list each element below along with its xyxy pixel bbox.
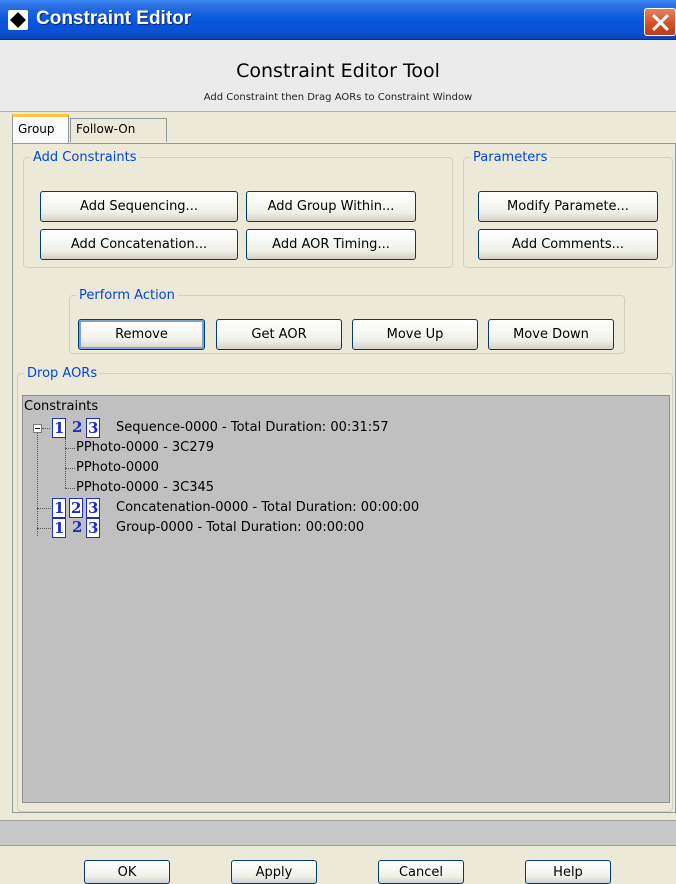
- tree-node-group[interactable]: 1 2 3 Group-0000 - Total Duration: 00:00…: [52, 518, 364, 538]
- add-comments-button[interactable]: Add Comments...: [478, 229, 658, 260]
- tree-connector: [65, 448, 75, 449]
- tree-connector: [37, 426, 38, 536]
- window-title: Constraint Editor: [36, 8, 192, 29]
- apply-button[interactable]: Apply: [231, 860, 317, 884]
- tree-node-sequence[interactable]: 1 2 3 Sequence-0000 - Total Duration: 00…: [52, 418, 389, 438]
- help-button[interactable]: Help: [525, 860, 611, 884]
- tab-follow-on[interactable]: Follow-On: [70, 118, 167, 142]
- tree-leaf-pphoto[interactable]: PPhoto-0000 - 3C279: [76, 438, 214, 458]
- tree-leaf-pphoto[interactable]: PPhoto-0000: [76, 458, 159, 478]
- constraints-tree[interactable]: Constraints 1 2 3 Sequence-0000 - Total …: [22, 395, 670, 803]
- title-bar[interactable]: Constraint Editor: [0, 0, 676, 40]
- app-diamond-icon: [8, 10, 28, 30]
- constraint-editor-window: Constraint Editor Constraint Editor Tool…: [0, 0, 676, 884]
- tree-node-concatenation[interactable]: 1 2 3 Concatenation-0000 - Total Duratio…: [52, 498, 419, 518]
- close-icon[interactable]: [644, 8, 676, 36]
- group-constraint-icon: 1 2 3: [52, 518, 101, 538]
- tool-subtitle: Add Constraint then Drag AORs to Constra…: [203, 92, 473, 103]
- tree-connector: [37, 528, 51, 529]
- tree-connector: [65, 488, 75, 489]
- tree-root-label: Constraints: [24, 399, 99, 414]
- cancel-button[interactable]: Cancel: [378, 860, 464, 884]
- tree-connector: [42, 428, 50, 429]
- add-aor-timing-button[interactable]: Add AOR Timing...: [246, 229, 416, 260]
- sequence-constraint-icon: 1 2 3: [52, 418, 101, 438]
- parameters-legend: Parameters: [473, 150, 548, 165]
- add-constraints-group: Add Constraints Add Sequencing... Add Gr…: [23, 150, 453, 268]
- remove-button[interactable]: Remove: [78, 319, 205, 350]
- ok-button[interactable]: OK: [84, 860, 170, 884]
- move-down-button[interactable]: Move Down: [488, 319, 614, 350]
- drop-aors-legend: Drop AORs: [27, 366, 98, 381]
- perform-action-group: Perform Action Remove Get AOR Move Up Mo…: [69, 288, 625, 354]
- concatenation-label: Concatenation-0000 - Total Duration: 00:…: [116, 500, 420, 515]
- group-label: Group-0000 - Total Duration: 00:00:00: [116, 520, 365, 535]
- tool-header: Constraint Editor Tool Add Constraint th…: [0, 40, 676, 112]
- modify-parameters-button[interactable]: Modify Paramete...: [478, 191, 658, 222]
- tree-connector: [65, 438, 66, 488]
- collapse-icon[interactable]: [33, 424, 42, 433]
- concatenation-constraint-icon: 1 2 3: [52, 498, 101, 518]
- sequence-label: Sequence-0000 - Total Duration: 00:31:57: [116, 420, 389, 435]
- add-concatenation-button[interactable]: Add Concatenation...: [40, 229, 238, 260]
- tree-leaf-pphoto[interactable]: PPhoto-0000 - 3C345: [76, 478, 214, 498]
- add-sequencing-button[interactable]: Add Sequencing...: [40, 191, 238, 222]
- tree-connector: [65, 468, 75, 469]
- status-strip: [0, 820, 676, 846]
- tree-connector: [37, 508, 51, 509]
- add-group-within-button[interactable]: Add Group Within...: [246, 191, 416, 222]
- add-constraints-legend: Add Constraints: [33, 150, 137, 165]
- parameters-group: Parameters Modify Paramete... Add Commen…: [463, 150, 673, 268]
- get-aor-button[interactable]: Get AOR: [216, 319, 342, 350]
- tool-title: Constraint Editor Tool: [236, 60, 440, 82]
- perform-action-legend: Perform Action: [79, 288, 175, 303]
- tab-group[interactable]: Group: [12, 114, 69, 144]
- move-up-button[interactable]: Move Up: [352, 319, 478, 350]
- group-tab-panel: Add Constraints Add Sequencing... Add Gr…: [12, 143, 676, 813]
